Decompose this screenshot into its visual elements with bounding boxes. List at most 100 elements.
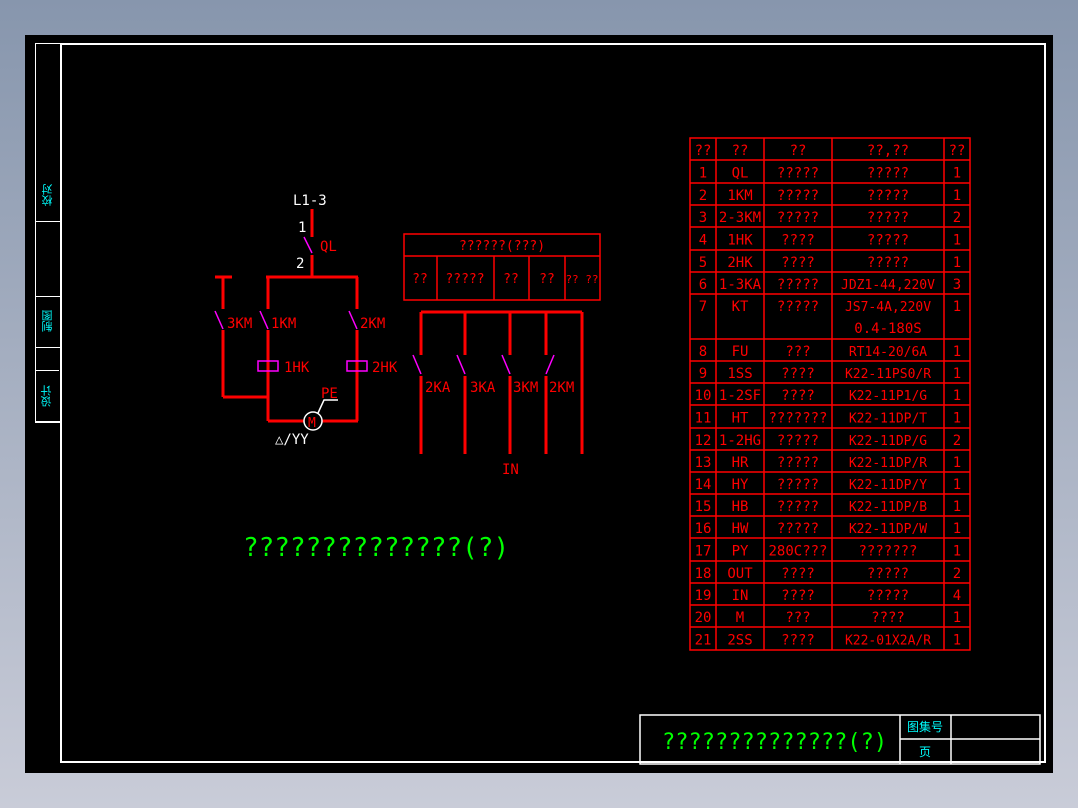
parts-table-cell: M [736,610,744,626]
parts-table-cell: K22-11DP/Y [849,478,927,493]
parts-table-cell: ????? [867,166,909,182]
parts-table-cell: ????? [777,521,819,537]
parts-table-cell: 1SS [727,366,752,382]
parts-table-cell: ???? [781,633,815,649]
parts-table-cell: 1 [953,366,961,382]
parts-table-cell: 1 [953,233,961,249]
parts-table-cell: 1KM [727,188,752,204]
schematic: M L1-3 1 2 QL 3KM 1KM 2KM 1HK 2HK PE △/Y… [214,137,1041,765]
parts-table-cell: RT14-20/6A [849,345,927,360]
parts-table-cell: 13 [695,455,712,471]
parts-table-cell: K22-11P1/G [849,389,927,404]
parts-table-cell: 5 [699,255,707,271]
parts-table-cell: ????? [867,566,909,582]
parts-table-cell: 1 [699,166,707,182]
parts-table-cell: 1 [953,455,961,471]
parts-table-cell: K22-11DP/T [849,412,927,427]
parts-table: ????????,?? ??1 QL?????????? 12 1KM?????????… [689,137,971,651]
parts-table-cell: ????? [867,210,909,226]
parts-table-cell: K22-11DP/W [849,522,927,537]
title-block-title: ??????????????(?) [662,730,887,755]
parts-table-cell: 1 [953,411,961,427]
parts-table-cell: 1 [953,166,961,182]
supply-label: L1-3 [293,193,327,209]
parts-table-cell: ????? [777,433,819,449]
parts-table-cell: 4 [953,588,961,604]
hk2-label: 2HK [372,360,398,376]
parts-table-cell: ???? [781,388,815,404]
diagram-caption: ??????????????(?) [243,533,509,563]
parts-table-cell: HW [732,521,749,537]
ql-terminal-2: 2 [296,256,304,272]
km3-label: 3KM [227,316,252,332]
parts-table-cell: ???? [781,566,815,582]
parts-table-cell: 2 [699,188,707,204]
parts-table-cell: ????? [777,277,819,293]
parts-table-cell: 2 [953,210,961,226]
parts-table-cell: 1-2SF [719,388,761,404]
parts-table-cell: 1 [953,633,961,649]
parts-table-cell: 1 [953,188,961,204]
parts-table-cell: 1 [953,477,961,493]
contact-label: 3KM [513,380,538,396]
parts-table-cell: 7 [699,299,707,315]
switch-contacts [214,236,555,375]
parts-table-cell: 1 [953,388,961,404]
parts-table-cell: 1 [953,499,961,515]
parts-table-cell: 3 [699,210,707,226]
parts-table-cell: K22-11DP/G [849,434,927,449]
parts-table-cell: 1 [953,255,961,271]
parts-table-cell: 21 [695,633,712,649]
parts-table-cell: K22-11PS0/R [845,367,931,382]
parts-table-cell: 10 [695,388,712,404]
parts-table-cell: 11 [695,411,712,427]
in-label: IN [502,462,519,478]
parts-table-cell: ???? [781,588,815,604]
parts-table-cell: ??????? [858,544,917,560]
parts-table-cell: 14 [695,477,712,493]
parts-table-cell: ????? [777,210,819,226]
parts-table-cell: JS7-4A,220V [845,300,931,315]
parts-table-cell: K22-11DP/R [849,456,927,471]
parts-table-cell: K22-01X2A/R [845,634,931,649]
io-table-col: ?? [503,272,519,287]
parts-table-cell: 4 [699,233,707,249]
parts-table-cell: 15 [695,499,712,515]
parts-table-cell: 2 [953,566,961,582]
parts-table-cell: 8 [699,344,707,360]
parts-table-cell: 1-2HG [719,433,761,449]
parts-table-cell: 2-3KM [719,210,761,226]
io-table-col: ?? [539,272,555,287]
parts-table-cell: 1 [953,344,961,360]
motor-symbol: M [303,399,338,431]
parts-table-cell: K22-11DP/B [849,500,927,515]
parts-table-cell: HR [732,455,749,471]
parts-table-cell: HB [732,499,749,515]
parts-table-cell: 1 [953,544,961,560]
parts-table-cell: 1 [953,299,961,315]
parts-table-cell: ???? [781,366,815,382]
parts-table-cell: ????? [777,499,819,515]
parts-table-cell: 0.4-180S [854,321,921,337]
parts-table-cell: 2HK [727,255,753,271]
parts-table-cell: ????? [777,188,819,204]
parts-table-cell: ??? [785,610,810,626]
parts-table-cell: ????? [777,477,819,493]
parts-table-cell: ????? [777,166,819,182]
parts-table-cell: KT [732,299,749,315]
io-table-col: ????? [445,272,484,287]
parts-table-cell: 1HK [727,233,753,249]
parts-table-cell: OUT [727,566,753,582]
parts-table-cell: ????? [777,455,819,471]
parts-table-cell: ???? [781,255,815,271]
parts-table-cell: ???? [781,233,815,249]
contact-label: 2KA [425,380,451,396]
contact-label: 2KM [549,380,574,396]
parts-table-cell: ????? [867,233,909,249]
atlas-no-label: 图集号 [907,719,943,734]
parts-table-cell: ??? [785,344,810,360]
parts-table-cell: FU [732,344,749,360]
parts-table-cell: IN [732,588,749,604]
parts-table-cell: ????? [867,255,909,271]
ql-terminal-1: 1 [298,220,306,236]
